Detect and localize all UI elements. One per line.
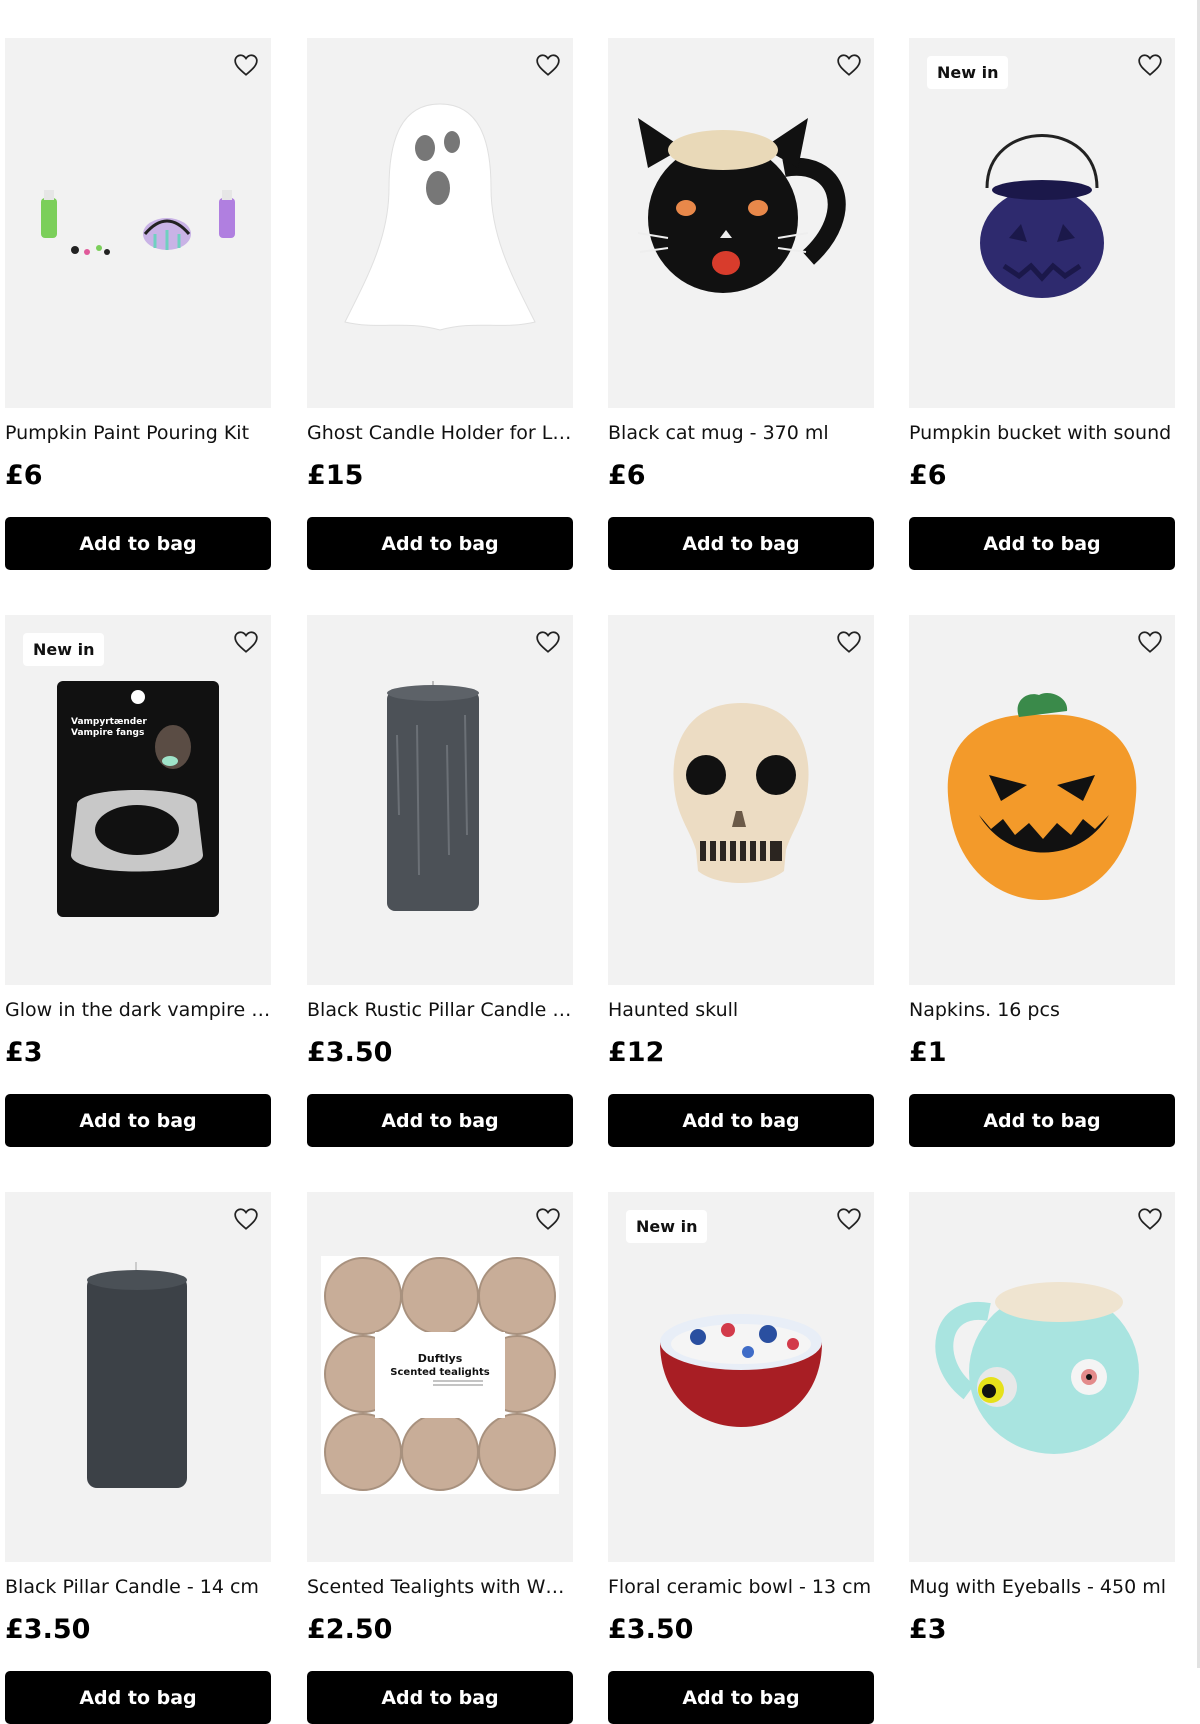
rustic-candle-image xyxy=(387,681,479,911)
product-title[interactable]: Black cat mug - 370 ml xyxy=(608,422,874,444)
add-to-bag-button[interactable]: Add to bag xyxy=(608,517,874,570)
tealights-image: Duftlys Scented tealights xyxy=(321,1256,559,1494)
product-price: £1 xyxy=(909,1037,947,1068)
product-title[interactable]: Floral ceramic bowl - 13 cm xyxy=(608,1576,874,1598)
add-to-bag-button[interactable]: Add to bag xyxy=(909,1094,1175,1147)
new-in-badge: New in xyxy=(23,633,105,666)
product-image[interactable] xyxy=(909,615,1175,985)
add-to-bag-button[interactable]: Add to bag xyxy=(307,1671,573,1724)
favorite-heart-icon[interactable] xyxy=(535,1206,561,1232)
product-image[interactable]: Duftlys Scented tealights xyxy=(307,1192,573,1562)
product-price: £15 xyxy=(307,460,364,491)
product-price: £3.50 xyxy=(5,1614,91,1645)
pillar-candle-image xyxy=(87,1262,187,1488)
product-image[interactable] xyxy=(5,1192,271,1562)
product-title[interactable]: Ghost Candle Holder for LED… xyxy=(307,422,573,444)
add-to-bag-button[interactable]: Add to bag xyxy=(5,1671,271,1724)
product-image[interactable]: New in xyxy=(608,1192,874,1562)
package-subtitle: Scented tealights xyxy=(390,1367,489,1378)
vampire-fangs-image: Vampyrtænder Vampire fangs xyxy=(57,681,219,917)
product-image[interactable]: Vampyrtænder Vampire fangs New in xyxy=(5,615,271,985)
eyeball-mug-image xyxy=(935,1282,1139,1454)
cat-mug-image xyxy=(637,118,846,293)
product-image[interactable] xyxy=(909,1192,1175,1562)
product-title[interactable]: Haunted skull xyxy=(608,999,874,1021)
package-title: Vampyrtænder xyxy=(71,717,147,727)
product-title[interactable]: Black Pillar Candle - 14 cm xyxy=(5,1576,271,1598)
product-price: £3.50 xyxy=(608,1614,694,1645)
add-to-bag-button[interactable]: Add to bag xyxy=(608,1671,874,1724)
product-image[interactable]: New in xyxy=(909,38,1175,408)
favorite-heart-icon[interactable] xyxy=(836,629,862,655)
add-to-bag-button[interactable]: Add to bag xyxy=(909,517,1175,570)
product-price: £6 xyxy=(608,460,646,491)
favorite-heart-icon[interactable] xyxy=(836,1206,862,1232)
napkins-image xyxy=(947,692,1137,900)
product-title[interactable]: Pumpkin bucket with sound xyxy=(909,422,1175,444)
favorite-heart-icon[interactable] xyxy=(535,52,561,78)
favorite-heart-icon[interactable] xyxy=(1137,629,1163,655)
favorite-heart-icon[interactable] xyxy=(233,52,259,78)
product-price: £12 xyxy=(608,1037,665,1068)
product-title[interactable]: Glow in the dark vampire fan… xyxy=(5,999,271,1021)
favorite-heart-icon[interactable] xyxy=(836,52,862,78)
add-to-bag-button[interactable]: Add to bag xyxy=(307,517,573,570)
favorite-heart-icon[interactable] xyxy=(233,629,259,655)
new-in-badge: New in xyxy=(626,1210,708,1243)
paint-kit-image xyxy=(41,190,235,255)
add-to-bag-button[interactable]: Add to bag xyxy=(5,1094,271,1147)
product-image[interactable] xyxy=(608,615,874,985)
product-price: £3 xyxy=(5,1037,43,1068)
ghost-image xyxy=(344,103,536,331)
product-price: £2.50 xyxy=(307,1614,393,1645)
product-image[interactable] xyxy=(307,38,573,408)
product-title[interactable]: Napkins. 16 pcs xyxy=(909,999,1175,1021)
product-price: £3 xyxy=(909,1614,947,1645)
bowl-image xyxy=(660,1314,822,1427)
product-price: £6 xyxy=(5,460,43,491)
package-subtitle: Vampire fangs xyxy=(71,728,144,738)
product-price: £3.50 xyxy=(307,1037,393,1068)
favorite-heart-icon[interactable] xyxy=(233,1206,259,1232)
add-to-bag-button[interactable]: Add to bag xyxy=(307,1094,573,1147)
pumpkin-bucket-image xyxy=(980,134,1104,298)
favorite-heart-icon[interactable] xyxy=(1137,1206,1163,1232)
favorite-heart-icon[interactable] xyxy=(535,629,561,655)
product-title[interactable]: Black Rustic Pillar Candle - 12… xyxy=(307,999,573,1021)
skull-image xyxy=(673,703,809,883)
add-to-bag-button[interactable]: Add to bag xyxy=(5,517,271,570)
product-image[interactable] xyxy=(307,615,573,985)
product-title[interactable]: Scented Tealights with White… xyxy=(307,1576,573,1598)
package-title: Duftlys xyxy=(418,1352,463,1365)
add-to-bag-button[interactable]: Add to bag xyxy=(608,1094,874,1147)
product-title[interactable]: Mug with Eyeballs - 450 ml xyxy=(909,1576,1175,1598)
product-image[interactable] xyxy=(5,38,271,408)
product-title[interactable]: Pumpkin Paint Pouring Kit xyxy=(5,422,271,444)
product-image[interactable] xyxy=(608,38,874,408)
new-in-badge: New in xyxy=(927,56,1009,89)
product-price: £6 xyxy=(909,460,947,491)
favorite-heart-icon[interactable] xyxy=(1137,52,1163,78)
